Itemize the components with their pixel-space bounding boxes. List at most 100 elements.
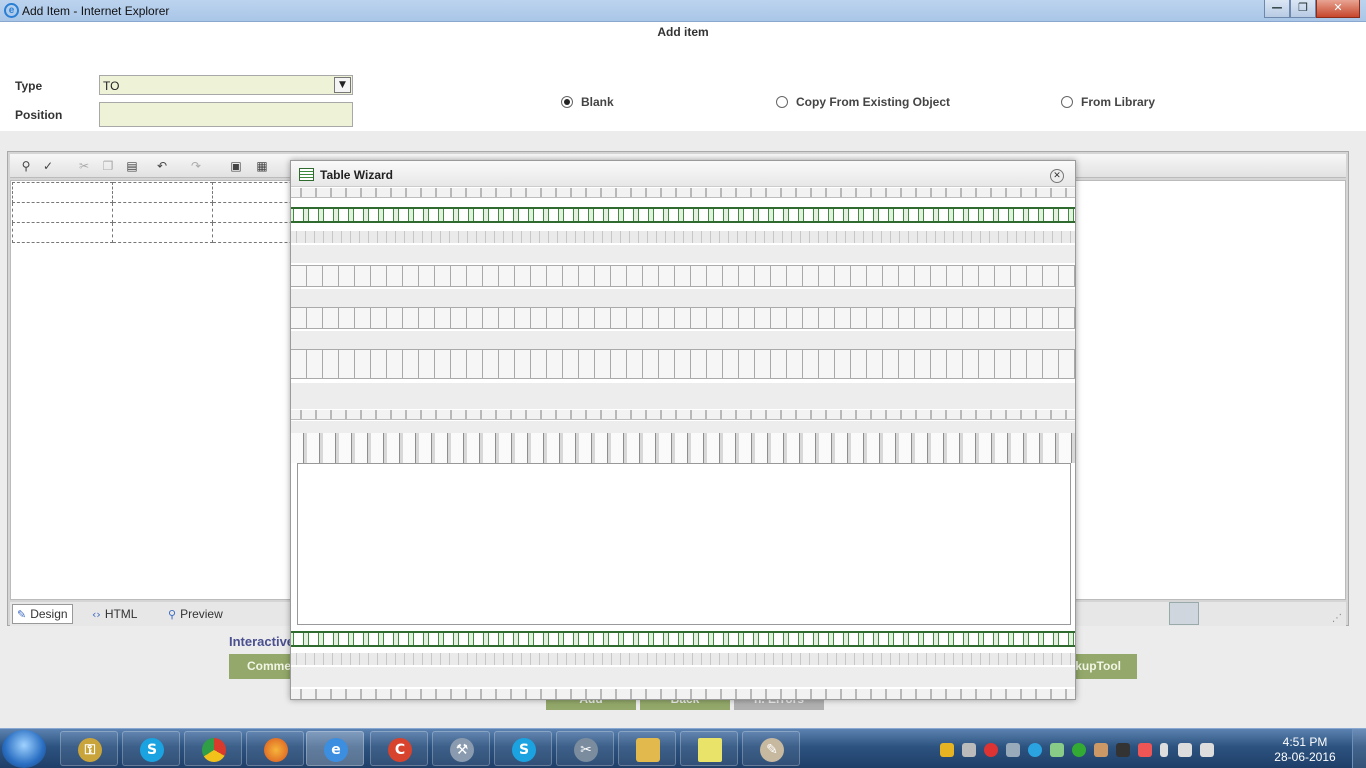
render-artifact-strip: [291, 410, 1075, 420]
maximize-button[interactable]: ❐: [1290, 0, 1316, 18]
battery-icon[interactable]: [1160, 743, 1168, 757]
folder-icon: [636, 738, 660, 762]
table-wizard-icon: [299, 168, 314, 181]
resize-handle-icon[interactable]: ⋰: [1332, 613, 1342, 624]
undo-icon[interactable]: ↶: [154, 158, 170, 174]
paste-icon[interactable]: ▤: [124, 158, 140, 174]
tray-pin-icon[interactable]: [962, 743, 976, 757]
radio-button-checked[interactable]: [561, 96, 573, 108]
taskbar-chrome[interactable]: [184, 731, 242, 766]
chevron-down-icon[interactable]: ▼: [334, 77, 351, 93]
render-artifact-strip: [291, 188, 1075, 198]
window-controls: — ❐ ✕: [1264, 0, 1360, 18]
redo-icon[interactable]: ↷: [188, 158, 204, 174]
table-wizard-dialog: Table Wizard ✕: [290, 160, 1076, 700]
radio-from-library[interactable]: From Library: [1061, 95, 1155, 109]
show-desktop-button[interactable]: [1352, 729, 1366, 768]
scissors-icon: ✂: [574, 738, 598, 762]
signal-icon[interactable]: [1178, 743, 1192, 757]
image-icon[interactable]: ▣: [228, 158, 244, 174]
tray-tools-icon[interactable]: [1116, 743, 1130, 757]
position-label: Position: [15, 108, 63, 122]
window-title: Add Item - Internet Explorer: [22, 4, 170, 18]
tab-design-label: Design: [30, 607, 68, 621]
editor-status-icon[interactable]: [1169, 602, 1199, 625]
tray-network-icon[interactable]: [1006, 743, 1020, 757]
render-artifact-strip: [291, 667, 1075, 687]
add-item-form: Add item Type TO ▼ Position Blank Copy F…: [0, 22, 1366, 131]
table-icon[interactable]: ▦: [254, 158, 270, 174]
dialog-close-icon[interactable]: ✕: [1050, 169, 1064, 183]
volume-icon[interactable]: [1200, 743, 1214, 757]
render-artifact-strip: [291, 331, 1075, 349]
render-artifact-strip: [291, 349, 1075, 379]
chrome-icon: [202, 738, 226, 762]
render-artifact-strip: [291, 207, 1075, 223]
start-button[interactable]: [2, 730, 46, 768]
radio-button[interactable]: [776, 96, 788, 108]
render-artifact-strip: [291, 433, 1075, 463]
render-artifact-strip: [291, 653, 1075, 665]
taskbar-tools-app[interactable]: ⚒: [432, 731, 490, 766]
radio-from-library-label: From Library: [1081, 95, 1156, 109]
tray-app-icon[interactable]: [940, 743, 954, 757]
cut-icon[interactable]: ✂: [76, 158, 92, 174]
render-artifact-strip: [291, 307, 1075, 329]
taskbar-skype[interactable]: S: [122, 731, 180, 766]
tools-icon: ⚒: [450, 738, 474, 762]
taskbar-firefox[interactable]: [246, 731, 304, 766]
spellcheck-icon[interactable]: ✓: [40, 158, 56, 174]
windows-taskbar: ⚿ S e C ⚒ S ✂ ✎ 4:51 PM 28-06-2016: [0, 728, 1366, 768]
tray-action-center-icon[interactable]: [1138, 743, 1152, 757]
copy-icon[interactable]: ❐: [100, 158, 116, 174]
tray-skype-icon[interactable]: [1028, 743, 1042, 757]
taskbar-snipping-tool[interactable]: ✂: [556, 731, 614, 766]
type-selected-value: TO: [103, 79, 120, 93]
radio-copy-existing[interactable]: Copy From Existing Object: [776, 95, 950, 109]
skype-icon: S: [512, 738, 536, 762]
sticky-note-icon: [698, 738, 722, 762]
minimize-button[interactable]: —: [1264, 0, 1290, 18]
render-artifact-strip: [291, 689, 1075, 699]
tab-preview[interactable]: ⚲ Preview: [164, 604, 227, 624]
interactive-section-label: Interactive: [229, 634, 295, 649]
radio-copy-existing-label: Copy From Existing Object: [796, 95, 951, 109]
render-artifact-strip: [291, 245, 1075, 263]
render-artifact-strip: [291, 421, 1075, 433]
find-icon[interactable]: ⚲: [18, 158, 34, 174]
render-artifact-strip: [291, 631, 1075, 647]
paint-palette-icon: ✎: [760, 738, 784, 762]
radio-blank-label: Blank: [581, 95, 614, 109]
radio-blank[interactable]: Blank: [561, 95, 614, 109]
internet-explorer-icon: e: [4, 3, 19, 18]
taskbar-security-app[interactable]: ⚿: [60, 731, 118, 766]
tab-design[interactable]: ✎ Design: [12, 604, 73, 624]
tab-html-label: HTML: [104, 607, 138, 621]
page-title: Add item: [657, 25, 709, 39]
taskbar-paint[interactable]: ✎: [742, 731, 800, 766]
taskbar-file-explorer[interactable]: [618, 731, 676, 766]
position-input[interactable]: [99, 102, 353, 127]
tray-security-icon[interactable]: [1072, 743, 1086, 757]
tab-html[interactable]: ‹› HTML: [88, 604, 141, 624]
type-select[interactable]: TO ▼: [99, 75, 353, 95]
taskbar-internet-explorer[interactable]: e: [306, 731, 364, 766]
radio-button[interactable]: [1061, 96, 1073, 108]
taskbar-sticky-notes[interactable]: [680, 731, 738, 766]
close-button[interactable]: ✕: [1316, 0, 1360, 18]
render-artifact-strip: [291, 383, 1075, 409]
ccleaner-icon: C: [388, 738, 412, 762]
taskbar-ccleaner[interactable]: C: [370, 731, 428, 766]
magnifier-icon: ⚲: [168, 607, 177, 621]
tray-clock-icon[interactable]: [984, 743, 998, 757]
tray-check-icon[interactable]: [1050, 743, 1064, 757]
taskbar-clock[interactable]: 4:51 PM 28-06-2016: [1270, 735, 1340, 765]
firefox-icon: [264, 738, 288, 762]
tray-flag-icon[interactable]: [1094, 743, 1108, 757]
skype-icon: S: [140, 738, 164, 762]
system-tray: 4:51 PM 28-06-2016: [932, 731, 1342, 767]
window-titlebar[interactable]: e Add Item - Internet Explorer — ❐ ✕: [0, 0, 1366, 22]
taskbar-skype-2[interactable]: S: [494, 731, 552, 766]
content-table: [12, 182, 313, 243]
dialog-header[interactable]: Table Wizard ✕: [291, 161, 1075, 187]
